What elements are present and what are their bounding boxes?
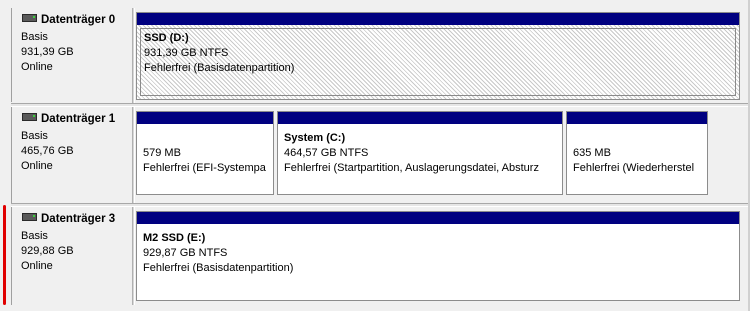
disk-type: Basis (21, 230, 48, 242)
partition-recovery[interactable]: 635 MB Fehlerfrei (Wiederherstel (566, 111, 708, 195)
disk-status: Online (21, 61, 53, 73)
disk-row-0: Datenträger 0 Basis 931,39 GB Online SSD… (0, 0, 750, 104)
partition-label: M2 SSD (E:) (143, 232, 206, 244)
disk-size: 465,76 GB (21, 145, 74, 157)
disk-drive-icon (22, 213, 37, 221)
partition-size: 635 MB (573, 147, 611, 159)
disk-size: 929,88 GB (21, 245, 74, 257)
partition-header-bar (137, 13, 739, 25)
partition-header-bar (567, 112, 707, 124)
disk-name: Datenträger 1 (41, 113, 116, 125)
partition-header-bar (278, 112, 562, 124)
partition-status: Fehlerfrei (EFI-Systempa (143, 162, 266, 174)
partition-ssd-d[interactable]: SSD (D:) 931,39 GB NTFS Fehlerfrei (Basi… (136, 12, 740, 100)
disk-row-1: Datenträger 1 Basis 465,76 GB Online 579… (0, 107, 750, 203)
disk-drive-icon (22, 14, 37, 22)
disk-type: Basis (21, 130, 48, 142)
disk-name: Datenträger 0 (41, 14, 116, 26)
partition-size: 579 MB (143, 147, 181, 159)
partition-size: 464,57 GB NTFS (284, 147, 369, 159)
column-divider (132, 107, 135, 203)
disk-label-0[interactable]: Datenträger 0 Basis 931,39 GB Online (11, 8, 133, 102)
partition-status: Fehlerfrei (Basisdatenpartition) (144, 62, 295, 74)
partition-header-bar (137, 212, 739, 224)
column-divider (132, 207, 135, 305)
disk-status: Online (21, 160, 53, 172)
partition-header-bar (137, 112, 273, 124)
disk-drive-icon (22, 113, 37, 121)
partition-label: System (C:) (284, 132, 346, 144)
partition-efi[interactable]: 579 MB Fehlerfrei (EFI-Systempa (136, 111, 274, 195)
disk-label-3[interactable]: Datenträger 3 Basis 929,88 GB Online (11, 207, 133, 305)
column-divider (132, 8, 135, 104)
disk-type: Basis (21, 31, 48, 43)
disk-status: Online (21, 260, 53, 272)
partition-size: 931,39 GB NTFS (144, 47, 229, 59)
partition-status: Fehlerfrei (Wiederherstel (573, 162, 695, 174)
disk-size: 931,39 GB (21, 46, 74, 58)
partition-label: SSD (D:) (144, 32, 189, 44)
partition-status: Fehlerfrei (Startpartition, Auslagerungs… (284, 162, 539, 174)
red-annotation-mark (3, 205, 6, 305)
selection-frame: SSD (D:) 931,39 GB NTFS Fehlerfrei (Basi… (140, 28, 736, 96)
partition-m2-ssd-e[interactable]: M2 SSD (E:) 929,87 GB NTFS Fehlerfrei (B… (136, 211, 740, 301)
partition-system-c[interactable]: System (C:) 464,57 GB NTFS Fehlerfrei (S… (277, 111, 563, 195)
disk-row-3: Datenträger 3 Basis 929,88 GB Online M2 … (0, 207, 750, 307)
partition-status: Fehlerfrei (Basisdatenpartition) (143, 262, 294, 274)
disk-label-1[interactable]: Datenträger 1 Basis 465,76 GB Online (11, 107, 133, 203)
disk-name: Datenträger 3 (41, 213, 116, 225)
partition-size: 929,87 GB NTFS (143, 247, 228, 259)
